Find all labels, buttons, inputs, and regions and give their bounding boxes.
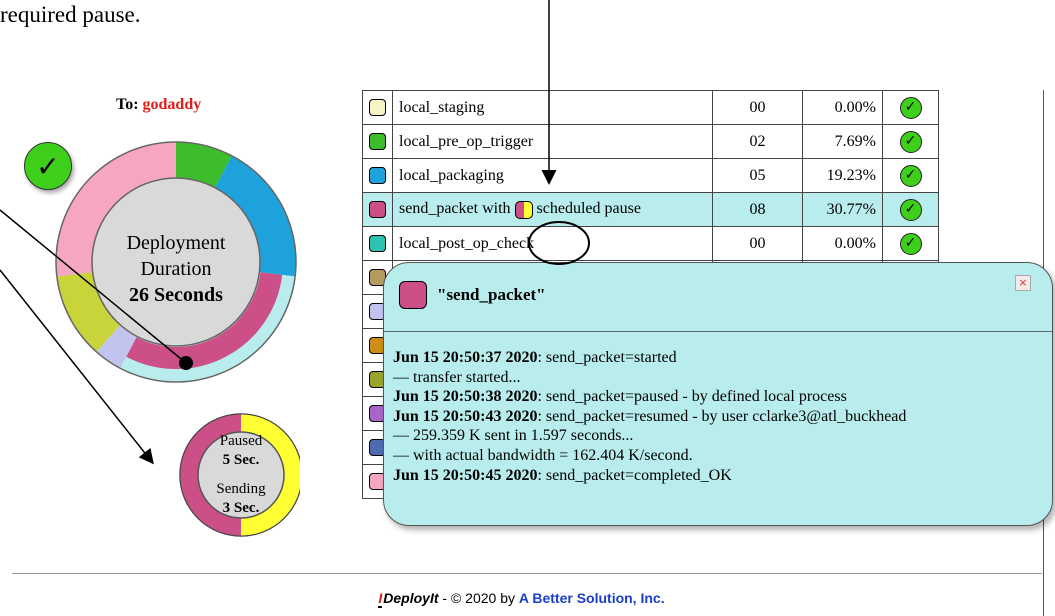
- step-count: 00: [712, 226, 803, 261]
- copyright-text: - © 2020 by: [438, 590, 519, 606]
- color-swatch: [369, 235, 386, 253]
- step-count: 05: [712, 158, 803, 193]
- popup-color-swatch: [399, 281, 427, 309]
- table-row[interactable]: local_post_op_check 00 0.00% ✓: [362, 226, 939, 261]
- step-percent: 19.23%: [802, 158, 883, 193]
- log-line: Jun 15 20:50:37 2020: send_packet=starte…: [393, 348, 906, 368]
- status-cell: ✓: [882, 158, 939, 193]
- close-icon[interactable]: ×: [1015, 275, 1031, 291]
- step-name: local_post_op_check: [392, 226, 713, 261]
- table-row[interactable]: local_staging 00 0.00% ✓: [362, 90, 939, 125]
- step-name: local_pre_op_trigger: [392, 124, 713, 159]
- color-swatch: [369, 133, 386, 151]
- log-timestamp: Jun 15 20:50:45 2020: [393, 466, 538, 484]
- log-message: : send_packet=resumed - by user cclarke3…: [537, 407, 907, 425]
- log-message: : send_packet=started: [537, 349, 677, 366]
- step-name: send_packet with scheduled pause: [392, 192, 713, 227]
- paused-value: 5 Sec.: [222, 452, 260, 468]
- paused-label: Paused: [219, 433, 263, 449]
- check-icon: ✓: [899, 96, 922, 119]
- sending-label: Sending: [216, 481, 266, 497]
- check-icon: ✓: [899, 232, 922, 255]
- log-line: Jun 15 20:50:38 2020: send_packet=paused…: [393, 387, 906, 407]
- color-swatch: [369, 99, 386, 117]
- mini-donut-label: Paused 5 Sec. Sending 3 Sec.: [201, 432, 281, 518]
- pause-donut-chart: [179, 413, 300, 537]
- log-message: — transfer started...: [393, 368, 521, 386]
- footer: IDeployIt - © 2020 by A Better Solution,…: [0, 590, 1043, 608]
- check-icon: ✓: [899, 198, 922, 221]
- popup-title: "send_packet": [437, 285, 546, 304]
- table-row[interactable]: local_packaging 05 19.23% ✓: [362, 158, 939, 193]
- sending-value: 3 Sec.: [222, 500, 260, 516]
- step-name: local_staging: [392, 90, 713, 125]
- step-percent: 0.00%: [802, 226, 883, 261]
- table-row[interactable]: local_pre_op_trigger 02 7.69% ✓: [362, 124, 939, 159]
- logo-text[interactable]: DeployIt: [383, 590, 438, 606]
- status-cell: ✓: [882, 226, 939, 261]
- log-line: Jun 15 20:50:43 2020: send_packet=resume…: [393, 407, 906, 427]
- status-cell: ✓: [882, 124, 939, 159]
- step-name-text: send_packet with: [399, 200, 511, 218]
- log-message: : send_packet=paused - by defined local …: [537, 388, 847, 406]
- log-timestamp: Jun 15 20:50:43 2020: [393, 407, 538, 425]
- step-name-text-2: scheduled pause: [536, 200, 641, 218]
- logo-i-icon: I: [378, 590, 383, 608]
- row-swatch-cell: [362, 192, 393, 227]
- footer-divider: [12, 573, 1042, 574]
- color-swatch: [369, 167, 386, 185]
- popup-divider: [384, 331, 1052, 332]
- step-percent: 30.77%: [802, 192, 883, 227]
- row-swatch-cell: [362, 226, 393, 261]
- table-row[interactable]: send_packet with scheduled pause 08 30.77% ✓: [362, 192, 939, 227]
- step-count: 02: [712, 124, 803, 159]
- step-percent: 7.69%: [802, 124, 883, 159]
- check-icon: ✓: [899, 130, 922, 153]
- row-swatch-cell: [362, 124, 393, 159]
- status-cell: ✓: [882, 192, 939, 227]
- color-swatch: [369, 201, 386, 219]
- log-line: — transfer started...: [393, 368, 906, 388]
- step-name: local_packaging: [392, 158, 713, 193]
- log-line: — 259.359 K sent in 1.597 seconds...: [393, 426, 906, 446]
- row-swatch-cell: [362, 158, 393, 193]
- popup-log: Jun 15 20:50:37 2020: send_packet=starte…: [393, 348, 906, 485]
- log-message: : send_packet=completed_OK: [537, 466, 732, 484]
- step-percent: 0.00%: [802, 90, 883, 125]
- row-swatch-cell: [362, 90, 393, 125]
- pause-icon: [514, 200, 533, 219]
- log-message: — with actual bandwidth = 162.404 K/seco…: [393, 446, 693, 464]
- popup-header: "send_packet": [399, 281, 546, 309]
- status-cell: ✓: [882, 90, 939, 125]
- log-line: Jun 15 20:50:45 2020: send_packet=comple…: [393, 466, 906, 486]
- company-link[interactable]: A Better Solution, Inc.: [519, 590, 665, 606]
- step-count: 08: [712, 192, 803, 227]
- log-timestamp: Jun 15 20:50:38 2020: [393, 388, 538, 406]
- check-icon: ✓: [899, 164, 922, 187]
- log-message: — 259.359 K sent in 1.597 seconds...: [393, 427, 634, 445]
- log-timestamp: Jun 15 20:50:37 2020: [393, 349, 538, 366]
- step-count: 00: [712, 90, 803, 125]
- step-detail-popup: "send_packet" × Jun 15 20:50:37 2020: se…: [383, 262, 1053, 526]
- log-line: — with actual bandwidth = 162.404 K/seco…: [393, 446, 906, 466]
